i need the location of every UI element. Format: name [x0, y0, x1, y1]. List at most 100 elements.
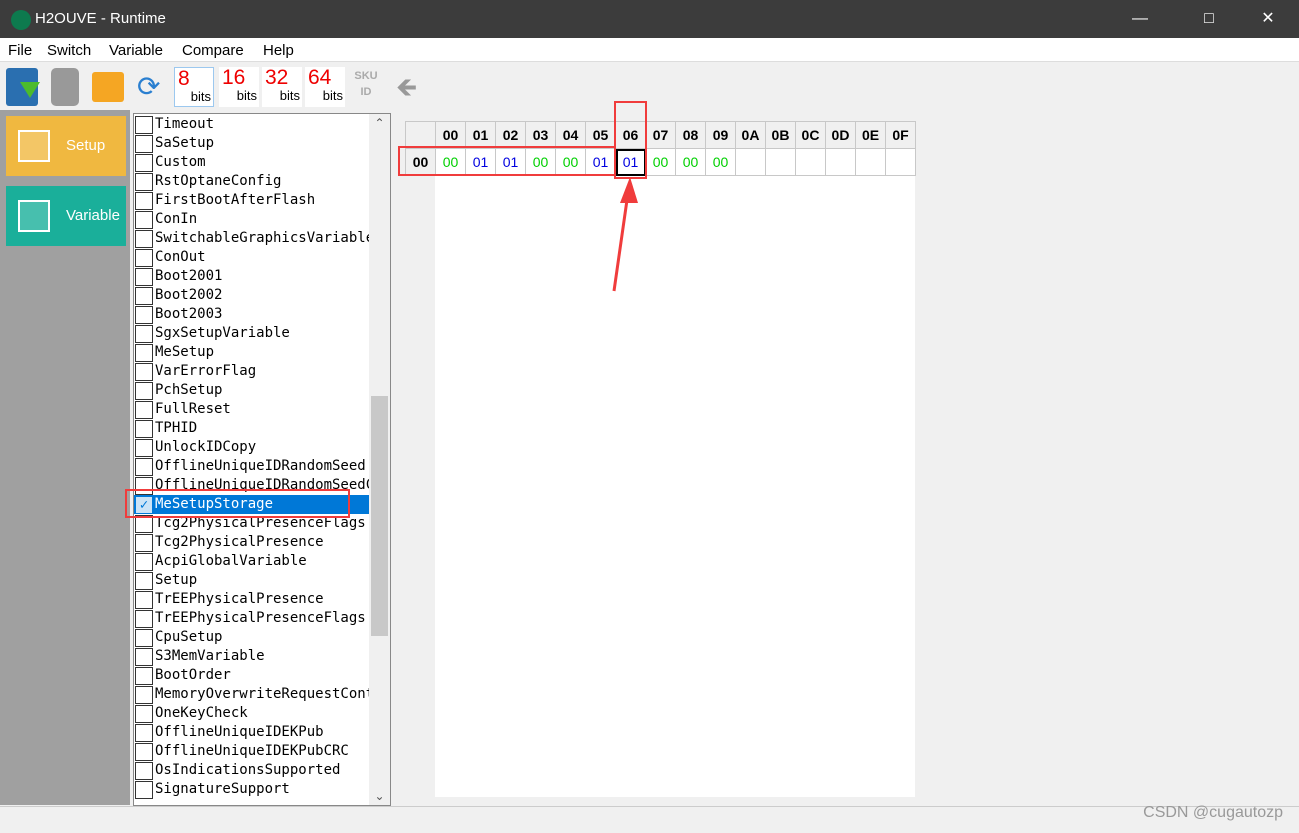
checkbox[interactable]: [135, 116, 153, 134]
list-item[interactable]: CpuSetup: [134, 628, 370, 647]
variable-list[interactable]: Timeout SaSetup Custom RstOptaneConfig First…: [133, 113, 391, 806]
list-scrollbar[interactable]: ⌃ ⌄: [369, 114, 390, 805]
list-item[interactable]: Tcg2PhysicalPresence: [134, 533, 370, 552]
list-item[interactable]: MeSetup: [134, 343, 370, 362]
save-icon[interactable]: [6, 68, 40, 106]
checkbox[interactable]: [135, 173, 153, 191]
checkbox[interactable]: [135, 382, 153, 400]
list-item[interactable]: MemoryOverwriteRequestControl: [134, 685, 370, 704]
list-item[interactable]: Boot2001: [134, 267, 370, 286]
refresh-icon[interactable]: ⟳: [137, 68, 165, 106]
list-item[interactable]: OneKeyCheck: [134, 704, 370, 723]
checkbox[interactable]: [135, 686, 153, 704]
checkbox[interactable]: [135, 610, 153, 628]
list-item[interactable]: TrEEPhysicalPresenceFlags: [134, 609, 370, 628]
list-item[interactable]: UnlockIDCopy: [134, 438, 370, 457]
checkbox[interactable]: [135, 287, 153, 305]
hex-cell[interactable]: [885, 148, 916, 176]
minimize-button[interactable]: —: [1117, 0, 1163, 38]
list-item[interactable]: OfflineUniqueIDEKPubCRC: [134, 742, 370, 761]
hex-cell[interactable]: 00: [705, 148, 736, 176]
list-item[interactable]: ConIn: [134, 210, 370, 229]
nav-setup-button[interactable]: Setup: [6, 116, 126, 176]
64-bits-button[interactable]: 64 bits: [305, 67, 345, 107]
menu-switch[interactable]: Switch: [47, 42, 91, 59]
hex-cell[interactable]: 00: [675, 148, 706, 176]
list-item[interactable]: FirstBootAfterFlash: [134, 191, 370, 210]
list-item[interactable]: OsIndicationsSupported: [134, 761, 370, 780]
checkbox[interactable]: [135, 135, 153, 153]
close-button[interactable]: ✕: [1245, 0, 1291, 38]
list-item[interactable]: OfflineUniqueIDRandomSeed: [134, 457, 370, 476]
checkbox[interactable]: [135, 344, 153, 362]
checkbox[interactable]: [135, 648, 153, 666]
checkbox[interactable]: [135, 781, 153, 799]
variable-name: Boot2001: [155, 268, 223, 284]
checkbox[interactable]: [135, 534, 153, 552]
hex-cell[interactable]: [825, 148, 856, 176]
checkbox[interactable]: [135, 420, 153, 438]
hex-cell[interactable]: [795, 148, 826, 176]
checkbox[interactable]: [135, 591, 153, 609]
checkbox[interactable]: [135, 724, 153, 742]
16-bits-button[interactable]: 16 bits: [219, 67, 259, 107]
list-item[interactable]: VarErrorFlag: [134, 362, 370, 381]
checkbox[interactable]: [135, 211, 153, 229]
checkbox[interactable]: [135, 553, 153, 571]
list-item[interactable]: SwitchableGraphicsVariable: [134, 229, 370, 248]
checkbox[interactable]: [135, 439, 153, 457]
list-item[interactable]: PchSetup: [134, 381, 370, 400]
list-item[interactable]: AcpiGlobalVariable: [134, 552, 370, 571]
list-item[interactable]: ConOut: [134, 248, 370, 267]
checkbox[interactable]: [135, 705, 153, 723]
checkbox[interactable]: [135, 572, 153, 590]
checkbox[interactable]: [135, 325, 153, 343]
list-item[interactable]: TrEEPhysicalPresence: [134, 590, 370, 609]
checkbox[interactable]: [135, 458, 153, 476]
checkbox[interactable]: [135, 192, 153, 210]
menu-variable[interactable]: Variable: [109, 42, 163, 59]
checkbox[interactable]: [135, 762, 153, 780]
scrollbar-thumb[interactable]: [371, 396, 388, 636]
hex-cell[interactable]: 00: [645, 148, 676, 176]
list-item[interactable]: BootOrder: [134, 666, 370, 685]
list-item[interactable]: Setup: [134, 571, 370, 590]
hex-cell[interactable]: [855, 148, 886, 176]
hex-cell[interactable]: [765, 148, 796, 176]
menu-file[interactable]: File: [8, 42, 32, 59]
menu-compare[interactable]: Compare: [182, 42, 244, 59]
scroll-down-icon[interactable]: ⌄: [369, 789, 390, 803]
checkbox[interactable]: [135, 154, 153, 172]
list-item[interactable]: S3MemVariable: [134, 647, 370, 666]
list-item[interactable]: SignatureSupport: [134, 780, 370, 799]
checkbox[interactable]: [135, 629, 153, 647]
checkbox[interactable]: [135, 363, 153, 381]
list-item[interactable]: Timeout: [134, 115, 370, 134]
nav-variable-button[interactable]: Variable: [6, 186, 126, 246]
checkbox[interactable]: [135, 306, 153, 324]
list-item[interactable]: Boot2002: [134, 286, 370, 305]
maximize-button[interactable]: □: [1186, 0, 1232, 38]
32-bits-button[interactable]: 32 bits: [262, 67, 302, 107]
column-header: 02: [495, 121, 526, 149]
list-item[interactable]: FullReset: [134, 400, 370, 419]
list-item[interactable]: TPHID: [134, 419, 370, 438]
hex-cell[interactable]: [735, 148, 766, 176]
list-item[interactable]: RstOptaneConfig: [134, 172, 370, 191]
checkbox[interactable]: [135, 268, 153, 286]
list-item[interactable]: OfflineUniqueIDEKPub: [134, 723, 370, 742]
checkbox[interactable]: [135, 667, 153, 685]
checkbox[interactable]: [135, 401, 153, 419]
checkbox[interactable]: [135, 743, 153, 761]
scroll-up-icon[interactable]: ⌃: [369, 116, 390, 130]
menu-help[interactable]: Help: [263, 42, 294, 59]
variable-name: OfflineUniqueIDEKPubCRC: [155, 743, 349, 759]
list-item[interactable]: SgxSetupVariable: [134, 324, 370, 343]
list-item[interactable]: Boot2003: [134, 305, 370, 324]
checkbox[interactable]: [135, 230, 153, 248]
folder-icon[interactable]: [92, 72, 124, 102]
list-item[interactable]: SaSetup: [134, 134, 370, 153]
list-item[interactable]: Custom: [134, 153, 370, 172]
checkbox[interactable]: [135, 249, 153, 267]
8-bits-button[interactable]: 8 bits: [174, 67, 214, 107]
